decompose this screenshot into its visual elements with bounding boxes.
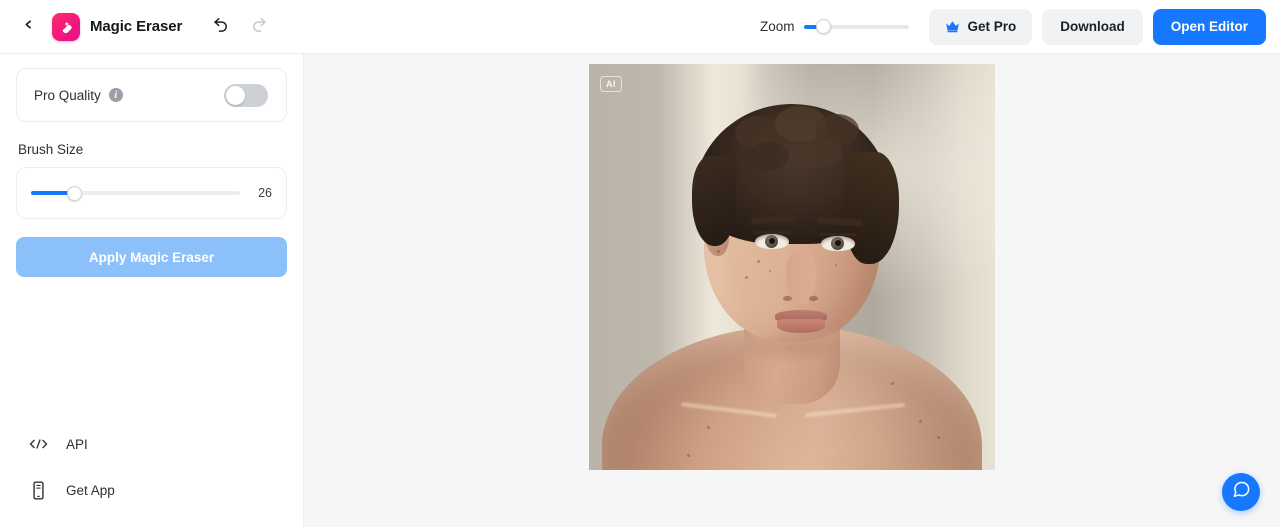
open-editor-button[interactable]: Open Editor <box>1152 8 1266 45</box>
sidebar-item-api[interactable]: API <box>16 421 287 467</box>
photo-freckle <box>707 426 710 429</box>
redo-button[interactable] <box>246 14 272 40</box>
mobile-phone-icon <box>28 480 48 500</box>
photo-pupil <box>769 238 775 244</box>
zoom-control: Zoom <box>760 18 910 36</box>
photo-eyelid-left <box>753 231 791 234</box>
page-title: Magic Eraser <box>90 18 183 35</box>
header-left-group: Magic Eraser <box>14 12 272 41</box>
photo-container[interactable]: AI <box>589 64 995 470</box>
pro-quality-toggle[interactable] <box>224 83 268 107</box>
photo-freckle <box>937 436 940 439</box>
brush-size-row: 26 <box>16 167 287 219</box>
photo-freckle <box>745 276 748 279</box>
undo-icon <box>212 15 230 38</box>
portrait-photo[interactable]: AI <box>589 64 995 470</box>
image-canvas[interactable]: AI <box>304 54 1280 527</box>
back-button[interactable] <box>14 13 42 41</box>
brush-size-label: Brush Size <box>18 142 84 157</box>
photo-eye-right <box>821 236 855 251</box>
brush-slider-thumb[interactable] <box>67 185 82 201</box>
photo-chin-shading <box>737 332 847 364</box>
apply-magic-eraser-button[interactable]: Apply Magic Eraser <box>16 237 287 277</box>
crown-icon <box>945 20 960 33</box>
zoom-slider[interactable] <box>804 18 910 36</box>
photo-eyelid-right <box>819 233 857 236</box>
photo-freckle <box>769 270 771 272</box>
zoom-label: Zoom <box>759 19 795 34</box>
app-body: Pro Quality i Brush Size 26 Apply Magic … <box>0 54 1280 527</box>
photo-freckle <box>891 382 894 385</box>
info-icon[interactable]: i <box>108 88 123 102</box>
photo-freckle <box>687 454 690 457</box>
photo-hair-curl <box>795 138 843 168</box>
redo-icon <box>250 15 268 38</box>
get-pro-button[interactable]: Get Pro <box>929 8 1033 45</box>
photo-hair-curl <box>749 142 789 170</box>
photo-eye-left <box>755 234 789 249</box>
brush-size-value: 26 <box>258 186 272 200</box>
pro-quality-left: Pro Quality i <box>34 88 123 103</box>
header-right-group: Zoom Get Pro Download Open Editor <box>760 8 1266 45</box>
photo-freckle <box>835 264 837 266</box>
code-icon <box>28 437 48 451</box>
photo-nostril-left <box>783 296 792 301</box>
ai-badge: AI <box>600 76 622 92</box>
app-header: Magic Eraser Zoom Get Pro Download Open … <box>0 0 1280 54</box>
pro-quality-label: Pro Quality <box>34 87 101 103</box>
zoom-slider-thumb[interactable] <box>816 19 832 34</box>
chat-bubble-icon <box>1232 480 1251 504</box>
sidebar-item-get-app-label: Get App <box>66 482 115 498</box>
toggle-knob <box>226 85 245 105</box>
sidebar-item-get-app[interactable]: Get App <box>16 467 287 513</box>
pro-quality-row: Pro Quality i <box>16 68 287 122</box>
brush-size-slider[interactable] <box>31 184 240 202</box>
photo-lower-lip <box>777 319 825 333</box>
chevron-left-icon <box>22 18 35 36</box>
magic-eraser-logo-icon <box>52 12 80 41</box>
photo-freckle <box>757 260 760 263</box>
history-controls <box>208 14 272 40</box>
sidebar-item-api-label: API <box>66 436 88 452</box>
magic-eraser-app: Magic Eraser Zoom Get Pro Download Open … <box>0 0 1280 527</box>
photo-freckle <box>717 250 720 253</box>
photo-hair-left <box>692 156 736 246</box>
get-pro-label: Get Pro <box>967 19 1017 34</box>
undo-button[interactable] <box>208 14 234 40</box>
help-button[interactable] <box>1222 473 1260 511</box>
photo-pupil <box>835 240 841 246</box>
download-button[interactable]: Download <box>1042 8 1143 45</box>
photo-nostril-right <box>809 296 818 301</box>
photo-freckle <box>919 420 922 423</box>
tool-sidebar: Pro Quality i Brush Size 26 Apply Magic … <box>0 54 304 527</box>
sidebar-footer-links: API Get App <box>16 421 287 527</box>
